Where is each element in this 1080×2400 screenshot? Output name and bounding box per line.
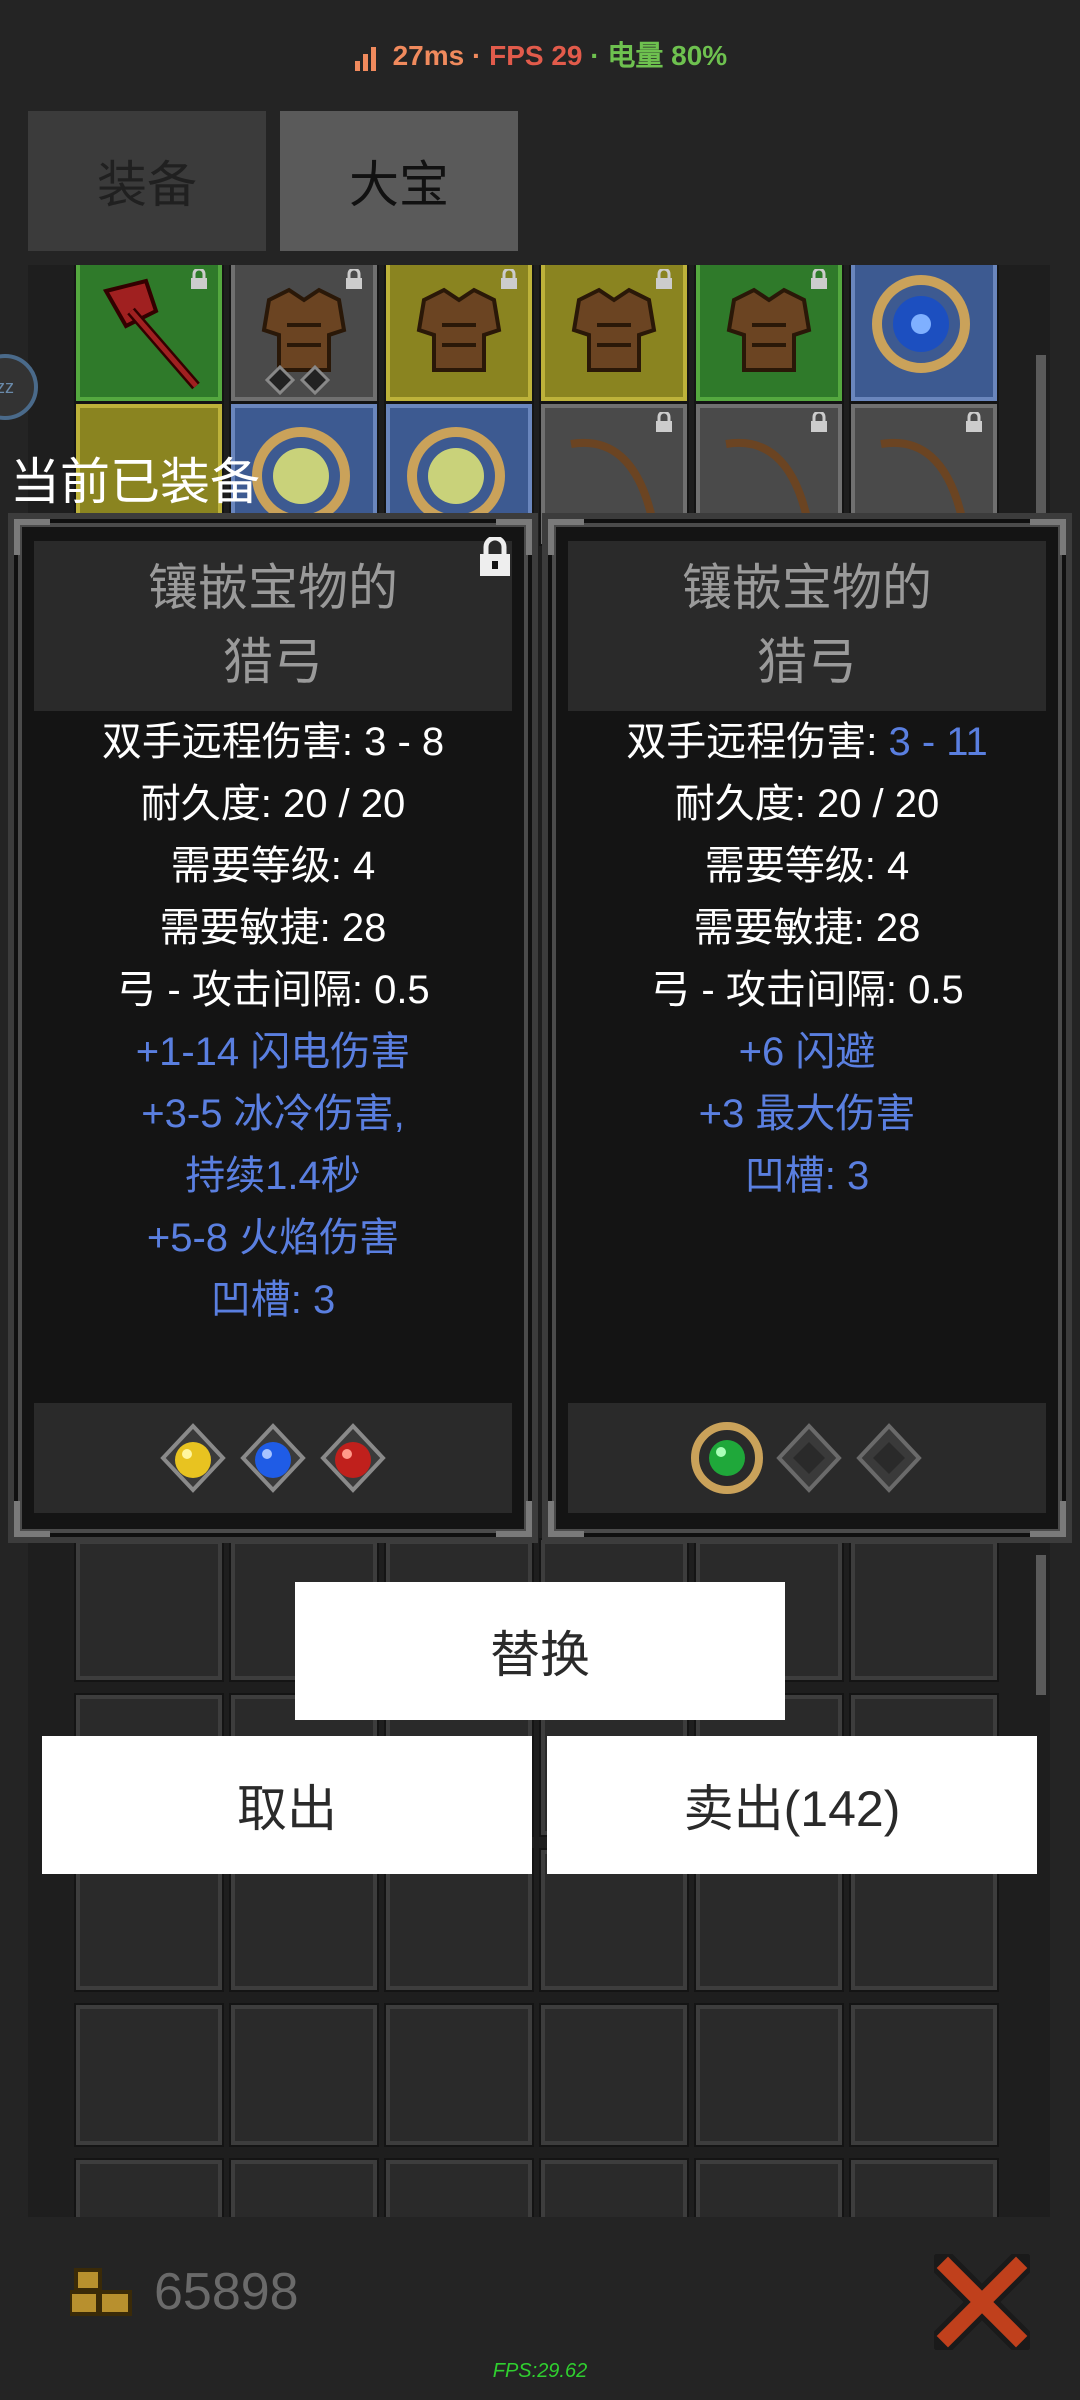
- gold-display: 65898: [70, 2262, 299, 2322]
- armor-icon: [416, 287, 502, 372]
- performance-status: 27ms · FPS 29 · 电量 80%: [0, 34, 1080, 74]
- empty-socket-icon: [776, 1423, 842, 1493]
- inventory-slot[interactable]: [229, 265, 379, 403]
- inventory-slot[interactable]: [384, 2003, 534, 2147]
- magic-stat-line: +1-14 闪电伤害: [135, 1030, 411, 1074]
- magic-stat-line: +3-5 冰冷伤害,: [141, 1092, 405, 1136]
- inventory-slot[interactable]: [384, 265, 534, 403]
- battery-value: 电量 80%: [607, 40, 728, 71]
- inventory-slot[interactable]: [74, 2003, 224, 2147]
- stat-line: 需要等级: 4: [704, 844, 910, 888]
- lock-icon[interactable]: [476, 537, 514, 577]
- item-title-line2: 猎弓: [757, 634, 857, 690]
- fps-value: FPS 29: [489, 40, 583, 71]
- equipped-item-panel: 镶嵌宝物的 猎弓 双手远程伤害: 3 - 8 耐久度: 20 / 20 需要等级…: [8, 513, 538, 1543]
- inventory-slot[interactable]: [539, 265, 689, 403]
- lock-icon: [811, 412, 827, 432]
- inventory-slot[interactable]: [694, 2003, 844, 2147]
- lock-icon: [501, 269, 517, 289]
- socket-icon: [265, 365, 331, 395]
- magic-stat-line: +6 闪避: [738, 1030, 876, 1074]
- magic-stat-line: 持续1.4秒: [185, 1154, 361, 1198]
- damage-value: 3 - 11: [888, 720, 988, 764]
- lock-icon: [191, 269, 207, 289]
- socket-row: [568, 1403, 1046, 1513]
- stat-line: 双手远程伤害: 3 - 8: [101, 720, 445, 764]
- damage-label: 双手远程伤害:: [626, 720, 889, 764]
- green-gem-icon: [691, 1422, 763, 1494]
- magic-stat-line: +5-8 火焰伤害: [146, 1216, 400, 1260]
- tab-treasure[interactable]: 大宝: [280, 111, 518, 251]
- lock-icon: [346, 269, 362, 289]
- yellow-gem-icon: [160, 1423, 226, 1493]
- inventory-slot[interactable]: [694, 265, 844, 403]
- axe-icon: [102, 278, 200, 390]
- inventory-slot[interactable]: [539, 2003, 689, 2147]
- empty-socket-icon: [856, 1423, 922, 1493]
- item-title-line1: 镶嵌宝物的: [148, 560, 398, 616]
- item-title-line2: 猎弓: [223, 634, 323, 690]
- gold-amount: 65898: [154, 2263, 299, 2321]
- bubble-label: zz: [0, 376, 14, 397]
- item-title: 镶嵌宝物的 猎弓: [34, 541, 512, 711]
- inventory-slot[interactable]: [849, 2003, 999, 2147]
- inventory-slot[interactable]: [849, 1538, 999, 1682]
- stat-line: 需要等级: 4: [170, 844, 376, 888]
- ping-value: 27ms: [392, 40, 465, 71]
- inventory-slot[interactable]: [849, 265, 999, 403]
- inventory-slot[interactable]: [384, 2158, 534, 2217]
- selected-item-panel: 镶嵌宝物的 猎弓 双手远程伤害: 3 - 11 耐久度: 20 / 20 需要等…: [542, 513, 1072, 1543]
- signal-icon: [354, 46, 376, 71]
- blue-gem-icon: [240, 1423, 306, 1493]
- tab-equipment[interactable]: 装备: [28, 111, 266, 251]
- inventory-slot[interactable]: [229, 2158, 379, 2217]
- inventory-slot[interactable]: [74, 265, 224, 403]
- close-icon[interactable]: [934, 2254, 1030, 2350]
- stat-line: 耐久度: 20 / 20: [140, 782, 406, 826]
- lock-icon: [811, 269, 827, 289]
- amulet-icon: [872, 275, 970, 373]
- stat-line: 需要敏捷: 28: [159, 906, 387, 950]
- lock-icon: [656, 269, 672, 289]
- equipped-label: 当前已装备: [10, 454, 260, 510]
- stat-line: 弓 - 攻击间隔: 0.5: [650, 968, 964, 1012]
- magic-stat-line: 凹槽: 3: [210, 1278, 336, 1322]
- inventory-slot[interactable]: [229, 2003, 379, 2147]
- magic-stat-line: +3 最大伤害: [698, 1092, 916, 1136]
- armor-icon: [726, 287, 812, 372]
- item-stats: 双手远程伤害: 3 - 8 耐久度: 20 / 20 需要等级: 4 需要敏捷:…: [34, 711, 512, 1331]
- item-stats: 双手远程伤害: 3 - 11 耐久度: 20 / 20 需要等级: 4 需要敏捷…: [568, 711, 1046, 1207]
- inventory-slot[interactable]: [694, 2158, 844, 2217]
- red-gem-icon: [320, 1423, 386, 1493]
- lock-icon: [966, 412, 982, 432]
- inventory-slot[interactable]: [74, 1538, 224, 1682]
- inventory-slot[interactable]: [539, 2158, 689, 2217]
- item-title-line1: 镶嵌宝物的: [682, 560, 932, 616]
- inventory-slot[interactable]: [849, 2158, 999, 2217]
- separator: ·: [471, 40, 482, 71]
- sell-button[interactable]: 卖出(142): [547, 1736, 1037, 1874]
- replace-button[interactable]: 替换: [295, 1582, 785, 1720]
- debug-fps: FPS:29.62: [492, 2360, 588, 2382]
- stat-line: 双手远程伤害: 3 - 11: [568, 711, 1046, 773]
- lock-icon: [656, 412, 672, 432]
- gold-coins-icon: [70, 2268, 132, 2316]
- stat-line: 弓 - 攻击间隔: 0.5: [116, 968, 430, 1012]
- inventory-slot[interactable]: [74, 2158, 224, 2217]
- stat-line: 耐久度: 20 / 20: [674, 782, 940, 826]
- magic-stat-line: 凹槽: 3: [744, 1154, 870, 1198]
- armor-icon: [571, 287, 657, 372]
- separator: ·: [590, 40, 600, 71]
- stat-line: 需要敏捷: 28: [693, 906, 921, 950]
- take-out-button[interactable]: 取出: [42, 1736, 532, 1874]
- socket-row: [34, 1403, 512, 1513]
- item-title: 镶嵌宝物的 猎弓: [568, 541, 1046, 711]
- scrollbar[interactable]: [1036, 1555, 1046, 1695]
